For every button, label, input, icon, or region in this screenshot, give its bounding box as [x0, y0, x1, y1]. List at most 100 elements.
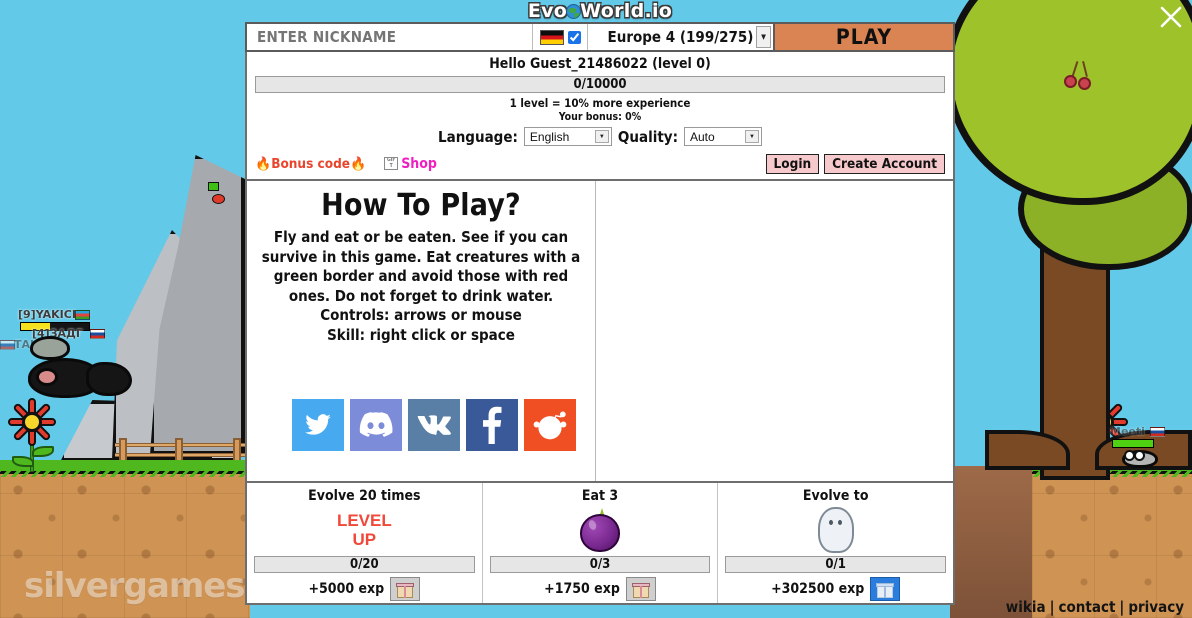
- experience-bar: 0/10000: [255, 76, 945, 93]
- gift-icon: [631, 581, 650, 598]
- creature-on-rock: [208, 182, 219, 191]
- create-account-button[interactable]: Create Account: [824, 153, 945, 174]
- quest-reward-label: +302500 exp: [771, 581, 865, 597]
- vk-icon[interactable]: [408, 399, 460, 451]
- quest-title: Evolve to: [802, 488, 869, 504]
- how-to-play-skill: Skill: right click or space: [327, 325, 515, 344]
- settings-row: Language: English ▼ Quality: Auto ▼: [255, 127, 945, 146]
- quest-art: [725, 507, 946, 553]
- grass-blades-left: [0, 468, 250, 477]
- content-block: How To Play? Fly and eat or be eaten. Se…: [245, 181, 955, 483]
- ru-flag-icon: [0, 340, 15, 350]
- fire-icon: 🔥: [255, 156, 272, 172]
- account-block: Hello Guest_21486022 (level 0) 0/10000 1…: [245, 52, 955, 181]
- quest-card: Evolve to 0/1 +302500 exp: [717, 483, 953, 603]
- main-menu-panel: Evo World.io Europe 4 (199/275) ▼ PLAY He…: [245, 0, 955, 605]
- reddit-icon[interactable]: [524, 399, 576, 451]
- server-select[interactable]: Europe 4 (199/275) ▼: [588, 24, 773, 50]
- quest-footer: +302500 exp: [725, 577, 946, 601]
- quality-select-value: Auto: [689, 129, 715, 144]
- fire-icon: 🔥: [350, 156, 367, 172]
- bonus-code-label: Bonus code: [271, 155, 351, 172]
- dirt-cliff-right: [950, 466, 1032, 618]
- quest-card: Eat 3 0/3 +1750 exp: [481, 483, 718, 603]
- close-icon[interactable]: [1156, 2, 1186, 32]
- gift-icon: GIF T: [384, 157, 399, 170]
- ghost-creature-icon: [817, 507, 854, 553]
- quest-progress-bar: 0/3: [489, 556, 711, 573]
- login-top-bar: Europe 4 (199/275) ▼ PLAY: [245, 22, 955, 52]
- player-health-bar: [1112, 439, 1154, 448]
- quest-claim-button[interactable]: [390, 577, 421, 601]
- twitter-icon[interactable]: [292, 399, 344, 451]
- how-to-play-controls: Controls: arrows or mouse: [320, 306, 522, 324]
- link-contact[interactable]: contact: [1057, 598, 1118, 616]
- login-button[interactable]: Login: [765, 153, 820, 174]
- language-select[interactable]: English ▼: [523, 127, 612, 146]
- how-to-play-body: Fly and eat or be eaten. See if you can …: [261, 228, 581, 305]
- shop-label: Shop: [401, 155, 437, 172]
- shop-link[interactable]: GIF T Shop: [384, 156, 437, 172]
- facebook-icon[interactable]: [466, 399, 518, 451]
- quest-progress-bar: 0/20: [254, 556, 475, 573]
- flower-left: [8, 398, 56, 472]
- how-to-play-title: How To Play?: [321, 188, 521, 223]
- play-button[interactable]: PLAY: [773, 24, 953, 50]
- quest-claim-button[interactable]: [625, 577, 656, 601]
- ad-placeholder-column: [596, 181, 953, 481]
- silvergames-watermark: silvergames.c: [24, 566, 277, 606]
- language-label: Language:: [438, 127, 518, 146]
- link-wikia[interactable]: wikia: [1004, 598, 1048, 616]
- level-note: 1 level = 10% more experience: [509, 96, 691, 110]
- server-select-value: Europe 4 (199/275): [607, 28, 754, 46]
- link-privacy[interactable]: privacy: [1126, 598, 1186, 616]
- cherry-fruit: [1064, 75, 1077, 88]
- quest-title: Evolve 20 times: [308, 488, 421, 504]
- quest-footer: +1750 exp: [490, 577, 711, 601]
- flag-checkbox[interactable]: [567, 30, 581, 44]
- language-select-value: English: [529, 129, 570, 144]
- logo-container: Evo World.io: [245, 0, 955, 22]
- footer-links: wikia | contact | privacy: [1004, 598, 1186, 616]
- quality-select[interactable]: Auto ▼: [683, 127, 762, 146]
- quest-claim-button[interactable]: [870, 577, 901, 601]
- chevron-down-icon[interactable]: ▼: [756, 26, 771, 48]
- gift-icon: [876, 581, 895, 598]
- nickname-input[interactable]: [247, 24, 532, 50]
- discord-icon[interactable]: [350, 399, 402, 451]
- ru-flag-icon: [1150, 427, 1165, 437]
- gift-icon: [396, 581, 415, 598]
- quest-reward-label: +5000 exp: [308, 581, 385, 597]
- quest-reward-label: +1750 exp: [544, 581, 620, 597]
- ru-flag-icon: [90, 329, 105, 339]
- player-name-label: Meeti: [1110, 425, 1145, 438]
- quest-art: LEVEL UP: [254, 507, 475, 553]
- chevron-down-icon[interactable]: ▼: [744, 130, 759, 143]
- globe-icon: [566, 4, 582, 19]
- quests-panel: Evolve 20 times LEVEL UP 0/20 +5000 exp …: [245, 483, 955, 605]
- logo-text-before: Evo: [527, 0, 568, 22]
- cherry-fruit: [1078, 77, 1091, 90]
- how-to-play-column: How To Play? Fly and eat or be eaten. Se…: [247, 181, 596, 481]
- purple-fruit-icon: [580, 508, 620, 552]
- quest-progress-bar: 0/1: [725, 556, 947, 573]
- chevron-down-icon[interactable]: ▼: [594, 130, 609, 143]
- player-name-label: [9]YAKICI: [18, 308, 76, 321]
- bonus-code-link[interactable]: 🔥Bonus code🔥: [255, 156, 366, 172]
- auth-buttons: Login Create Account: [765, 153, 945, 174]
- experience-bar-text: 0/10000: [573, 77, 627, 92]
- greeting-text: Hello Guest_21486022 (level 0): [489, 56, 711, 72]
- link-separator: |: [1049, 598, 1055, 616]
- evoworld-logo: Evo World.io: [528, 0, 672, 22]
- social-links-row: [292, 399, 576, 451]
- quest-title: Eat 3: [581, 488, 619, 504]
- quest-art: [490, 507, 711, 553]
- quest-footer: +5000 exp: [254, 577, 475, 601]
- de-flag-icon: [539, 29, 564, 45]
- logo-text-after: World.io: [580, 0, 673, 22]
- level-up-label-line1: LEVEL: [336, 511, 392, 530]
- promo-row: 🔥Bonus code🔥 GIF T Shop Login Create Acco…: [255, 153, 945, 174]
- quality-label: Quality:: [617, 127, 678, 146]
- country-flag-box[interactable]: [532, 24, 588, 50]
- quest-card: Evolve 20 times LEVEL UP 0/20 +5000 exp: [247, 483, 482, 603]
